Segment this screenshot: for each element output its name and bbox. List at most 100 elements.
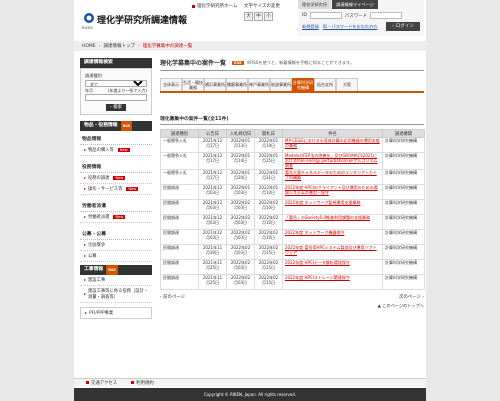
login-panel: 理化学研究所 調達情報マイページ ID パスワード 新規登録 ID・パスワードを… (298, 0, 424, 36)
sidebar-item-pfi[interactable]: PFI/PPP事業 (80, 307, 152, 319)
table-cell: 計算科学研究機構 (382, 137, 425, 153)
arrow-right-icon (84, 244, 86, 246)
riken-logo-icon[interactable] (82, 12, 96, 26)
service-section: 役務情報 役務の調達 New 操作・サービス等 New (80, 159, 152, 195)
rss-note: ※RSSを使うと、新着情報を手軽に知ることができます。 (246, 59, 355, 65)
table-cell: 計算科学研究機構 (382, 214, 425, 231)
breadcrumb-home[interactable]: HOME (82, 44, 96, 49)
sidebar-item-proposal[interactable]: 企画競争 (80, 240, 152, 251)
table-cell: 計算科学研究機構 (382, 151, 425, 171)
procurement-title-link[interactable]: 2022年度 HPCIデータ解析環境保守 (285, 260, 350, 265)
next-page-link[interactable]: 次のページ › (399, 294, 424, 300)
sidebar-item-labor[interactable]: 労働者派遣 New (80, 212, 152, 223)
sidebar-item-label: 建設工事 (88, 278, 106, 283)
register-link[interactable]: 新規登録 (302, 24, 319, 30)
table-cell: 民間調達 (160, 199, 199, 216)
tab-location[interactable]: 全体表示 (160, 78, 182, 91)
rss-badge[interactable]: RSS (232, 60, 244, 65)
tab-location[interactable]: 筑波事業所 (270, 78, 292, 91)
procurement-title-link[interactable]: 2022年度 HPCIのクライアント及び運用のための環境システムの運用・保守 (285, 185, 378, 195)
table-row: 民間調達 2021年12月03日 2022年02月03日 2022年02月10日 「富岳… (160, 214, 425, 231)
arrow-right-icon (84, 188, 86, 190)
sidebar-item-construction[interactable]: 建設工事 (80, 275, 152, 286)
column-header: 入札締切日 (226, 129, 255, 138)
font-medium-button[interactable]: 中 (254, 12, 263, 21)
table-cell: 2022年01月31日 (254, 169, 283, 186)
sidebar-item-label: 操作・サービス等 (88, 187, 123, 192)
procurement-title-link[interactable]: ModelsのFEP法の改善化，及びGROMACS2021におけるfree en… (285, 153, 378, 168)
procurement-title-link[interactable]: 2022年度 富岳用HPCシステム製造及び運用ソフトウェア (285, 245, 377, 255)
table-cell: 計算科学研究機構 (382, 229, 425, 246)
id-label: ID (302, 13, 307, 18)
tab-location[interactable]: 神戸事業所 (248, 78, 270, 91)
table-cell: 民間調達 (160, 274, 199, 291)
tab-mypage[interactable]: 調達情報マイページ (332, 0, 378, 9)
arrow-right-icon (84, 293, 86, 295)
login-button[interactable]: › ログイン (386, 22, 420, 31)
tab-location[interactable]: 大阪 (336, 78, 358, 91)
id-input[interactable] (309, 12, 342, 19)
sidebar-item-purchase[interactable]: 物品の購入等 New (80, 145, 152, 156)
table-cell: ModelsのFEP法の改善化，及びGROMACS2021におけるfree en… (282, 151, 383, 171)
home-link[interactable]: 理化学研究所ホーム (192, 3, 237, 9)
table-cell: 計算科学研究機構 (382, 259, 425, 276)
table-cell: 計算科学研究機構 (382, 169, 425, 186)
footer-access-link[interactable]: 交通アクセス (86, 380, 117, 386)
procurement-title-link[interactable]: 富岳大量チャネルデータのためのランタンアーカイブの構築 (285, 170, 377, 180)
tab-location[interactable]: 播磨事業所 (226, 78, 248, 91)
font-small-button[interactable]: 小 (264, 12, 273, 21)
back-to-top-link[interactable]: ▲ このページのトップへ (160, 303, 424, 309)
tab-location[interactable]: 計算科学研究機構 (292, 78, 314, 91)
footer-terms-link[interactable]: 利用規約 (131, 380, 154, 386)
site-header: RIKEN 理化学研究所調達情報 理化学研究所ホーム 文字サイズの変更 大 中 … (74, 0, 426, 38)
sidebar-item-public[interactable]: 公募 (80, 251, 152, 262)
table-cell: 2022年01月19日 (254, 137, 283, 153)
sidebar-item-operation[interactable]: 操作・サービス等 New (80, 184, 152, 195)
year-input[interactable] (85, 94, 147, 101)
table-cell: 2022年度 HPCIデータ解析環境保守 (282, 259, 383, 276)
tab-location[interactable]: 仙台支所 (314, 78, 336, 91)
arrow-right-icon (84, 216, 86, 218)
breadcrumb-parent[interactable]: 調達情報トップ (103, 43, 135, 49)
site-title[interactable]: 理化学研究所調達情報 (97, 13, 187, 26)
arrow-right-icon (85, 312, 87, 314)
sidebar-item-design[interactable]: 建設工事等に係る役務（設計・測量・調査等） (80, 286, 152, 303)
search-box-title: 調達情報検索 (80, 58, 152, 68)
table-cell: 2021年12月03日 (198, 214, 227, 231)
rss-badge[interactable]: RSS (106, 265, 118, 275)
labor-sec-title: 労働者派遣 (80, 198, 152, 212)
tab-location[interactable]: 横浜事業所 (204, 78, 226, 91)
breadcrumb: HOME › 調達情報トップ › 理化学募集中の調達一覧 (74, 41, 426, 51)
table-cell: 計算科学研究機構 (382, 244, 425, 261)
table-cell: 2022年02月03日 (226, 199, 255, 216)
search-button[interactable]: › 検索 (106, 104, 126, 111)
pager: ‹ 前のページ 次のページ › (160, 294, 424, 300)
sidebar-item-label: 役務の調達 (88, 176, 110, 181)
procurement-title-link[interactable]: 「富岳」のSociety5.0推進利用課題の支援業務 (285, 215, 370, 220)
square-bullet-icon (131, 381, 135, 384)
table-cell: 2022年02月03日 (226, 259, 255, 276)
font-large-button[interactable]: 大 (244, 12, 253, 21)
rss-badge[interactable]: RSS (120, 121, 133, 131)
procurement-title-link[interactable]: 2022年度 HPCIストレージ関連保守 (285, 275, 350, 280)
arrow-right-icon (84, 149, 86, 151)
arrow-right-icon (84, 177, 86, 179)
table-cell: 計算科学研究機構 (382, 274, 425, 291)
table-cell: 計算科学研究機構 (382, 199, 425, 216)
new-badge: New (117, 148, 130, 152)
prev-page-link[interactable]: ‹ 前のページ (160, 294, 185, 300)
work-section: 建設工事 建設工事等に係る役務（設計・測量・調査等） (80, 275, 152, 303)
table-cell: 2022年度 HPCIストレージ関連保守 (282, 274, 383, 291)
category-select[interactable]: 全て (85, 80, 147, 87)
procurement-title-link[interactable]: 2022年度 ネットワーク監視運用支援業務 (285, 200, 360, 205)
password-input[interactable] (370, 12, 403, 19)
table-cell: 2022年02月03日 (226, 229, 255, 246)
forgot-password-link[interactable]: ID・パスワードをお忘れの方 (323, 24, 378, 30)
sidebar-item-service[interactable]: 役務の調達 New (80, 173, 152, 184)
procurement-title-link[interactable]: MP-CESiEにおける半導体計算の応用機器の運用支援の業務 (285, 138, 380, 148)
procurement-title-link[interactable]: 2022年度 ネットワーク機器保守 (285, 230, 344, 235)
tab-riken[interactable]: 理化学研究所 (298, 0, 332, 9)
tab-location[interactable]: 生活・駆技業務 (182, 78, 204, 91)
table-cell: 民間調達 (160, 244, 199, 261)
table-cell: 2022年02月03日 (226, 214, 255, 231)
